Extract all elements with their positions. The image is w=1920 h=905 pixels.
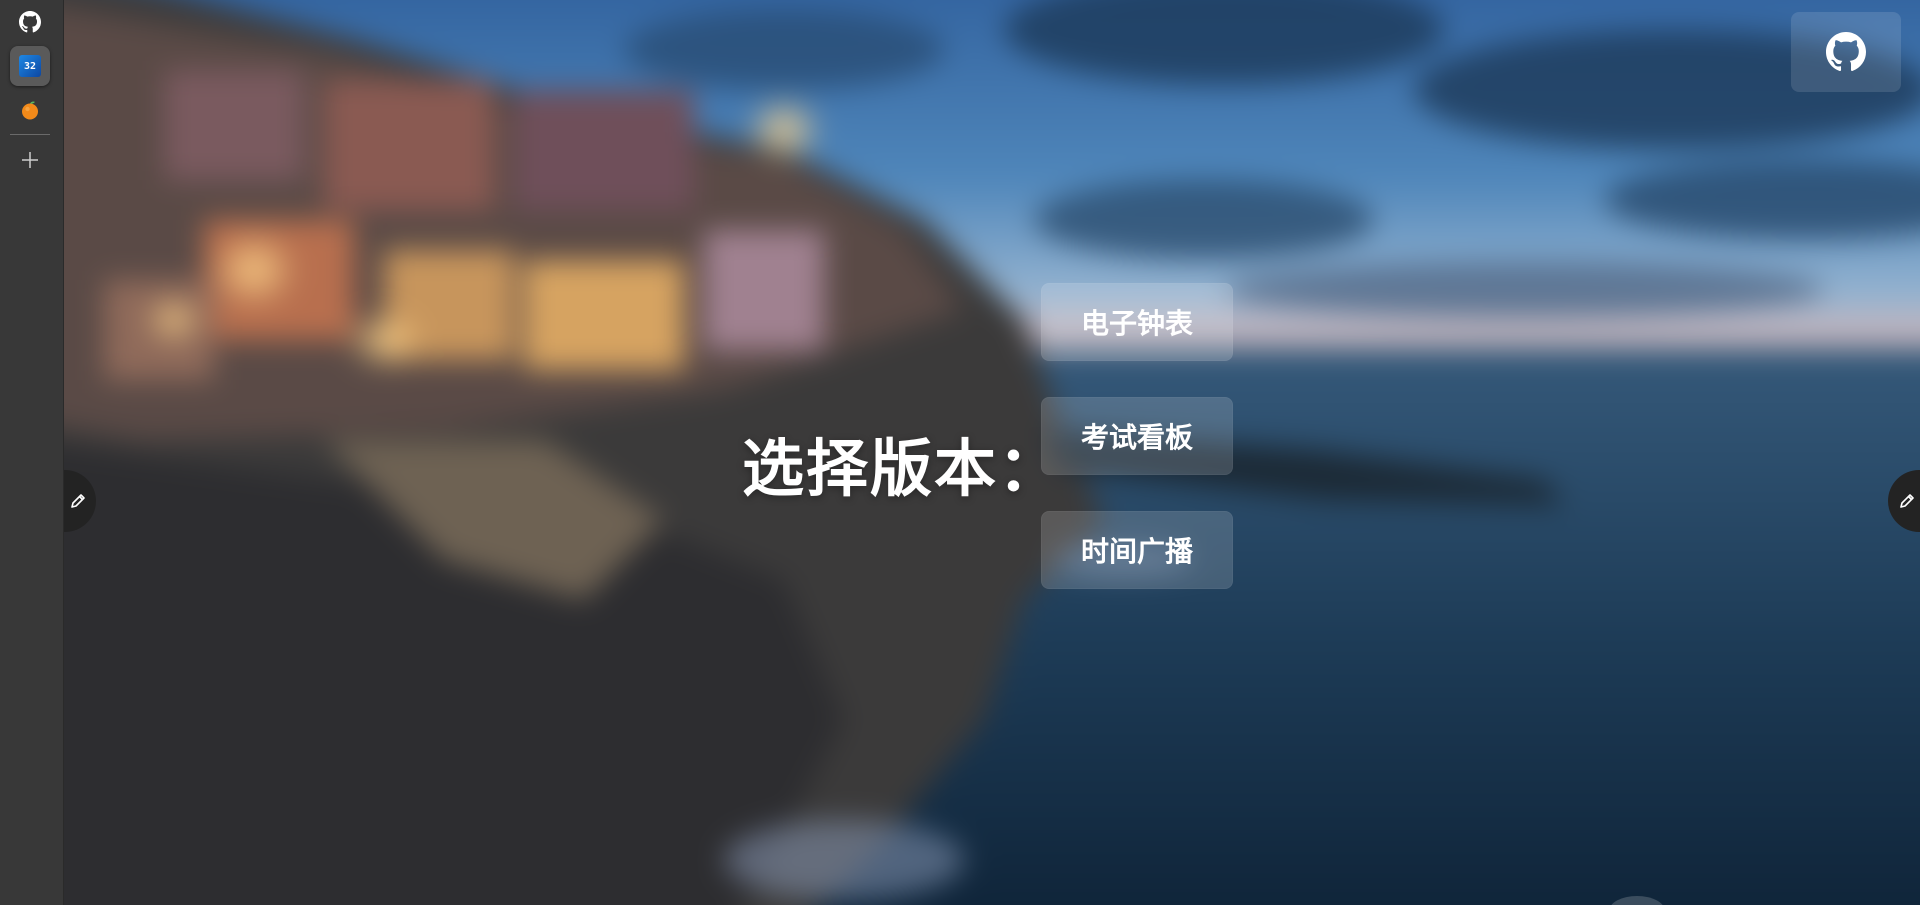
dock-separator: [10, 134, 50, 135]
page-title: 选择版本：: [742, 432, 1063, 505]
dock-app-button[interactable]: 32: [10, 46, 50, 86]
version-button-time-broadcast[interactable]: 时间广播: [1041, 511, 1233, 589]
pencil-icon: [71, 494, 85, 508]
pencil-icon: [1900, 494, 1914, 508]
dock-add-button[interactable]: [10, 140, 50, 180]
orange-icon: [22, 101, 38, 120]
version-button-clock[interactable]: 电子钟表: [1041, 283, 1233, 361]
github-link-button[interactable]: [1791, 12, 1901, 92]
left-dock: 32: [0, 0, 64, 905]
app-tile-text: 32: [23, 60, 37, 72]
app-window: 32 选择版本： 电子钟表 考试看板 时间广播: [0, 0, 1920, 905]
github-icon: [1826, 32, 1866, 72]
dock-github-button[interactable]: [10, 2, 50, 42]
github-icon: [19, 11, 41, 33]
plus-icon: [22, 152, 38, 168]
dock-orange-button[interactable]: [10, 90, 50, 130]
app-tile-icon: 32: [19, 55, 41, 77]
version-button-exam-board[interactable]: 考试看板: [1041, 397, 1233, 475]
